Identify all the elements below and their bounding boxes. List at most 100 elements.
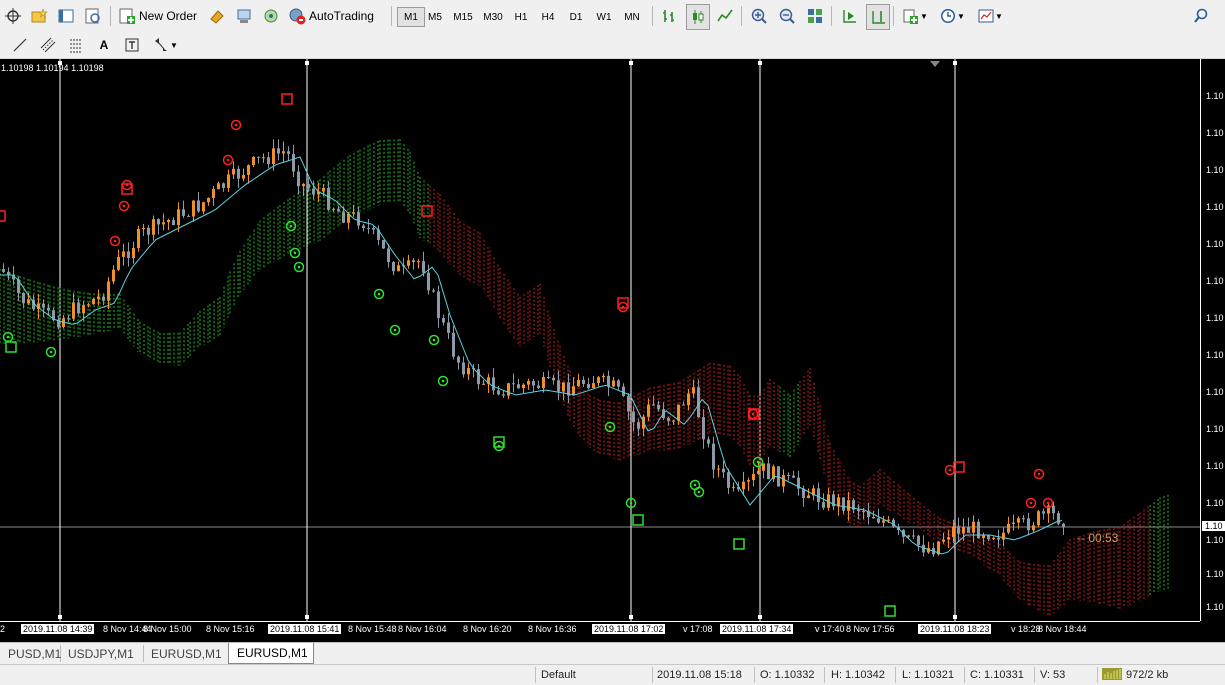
candle-body (427, 272, 430, 291)
time-scale-label: 8 Nov 18:44 (1038, 624, 1087, 634)
candle-body (732, 486, 735, 488)
candle-body (437, 291, 440, 319)
market-watch-icon[interactable] (55, 4, 77, 28)
sell-exit-marker (281, 93, 293, 105)
bar-chart-icon[interactable] (658, 4, 680, 28)
time-scale-label: 2019.11.08 17:02 (592, 624, 666, 634)
auto-scroll-icon[interactable] (838, 4, 860, 28)
timeframe-m1[interactable]: M1 (397, 7, 425, 27)
candle-body (282, 151, 285, 154)
price-chart[interactable] (0, 59, 1225, 642)
new-order-button[interactable]: New Order (118, 4, 210, 28)
sell-signal-dot (234, 123, 238, 127)
text-label-icon[interactable] (122, 33, 142, 57)
candle-body (172, 219, 175, 226)
chart-window[interactable]: 1.10198 1.10194 1.10198 1.10 1.10 1.10 1.10… (0, 59, 1225, 642)
candle-body (452, 332, 455, 357)
candlestick-icon[interactable] (686, 4, 710, 30)
timeframe-d1[interactable]: D1 (563, 8, 589, 26)
timeframe-m5[interactable]: M5 (422, 8, 448, 26)
chart-tab[interactable]: EURUSD,M1 (228, 643, 314, 664)
timeframe-h1[interactable]: H1 (508, 8, 534, 26)
buy-signal-dot (49, 350, 53, 354)
price-scale-label: 1.10 (1206, 461, 1224, 471)
text-icon[interactable]: A (94, 33, 114, 57)
periods-dropdown[interactable]: ▼ (937, 4, 967, 28)
data-window-icon[interactable] (82, 4, 104, 28)
candle-body (607, 375, 610, 387)
trendline-icon[interactable] (10, 33, 30, 57)
candle-body (697, 387, 700, 418)
candle-body (182, 209, 185, 216)
chart-tabs: PUSD,M1 USDJPY,M1 EURUSD,M1 EURUSD,M1 (0, 642, 1225, 665)
zoom-out-icon[interactable] (776, 4, 798, 28)
timeframe-h4[interactable]: H4 (535, 8, 561, 26)
chart-shift-icon[interactable] (866, 4, 890, 30)
candle-body (357, 212, 360, 226)
add-indicator-icon (903, 9, 919, 24)
timeframe-m30[interactable]: M30 (480, 8, 506, 26)
status-datetime: 2019.11.08 15:18 (657, 669, 742, 681)
candle-body (2, 269, 5, 272)
candle-body (417, 261, 420, 263)
candle-body (792, 475, 795, 478)
candle-body (297, 171, 300, 187)
folder-star-icon[interactable] (28, 4, 50, 28)
candle-body (1027, 518, 1030, 531)
line-chart-icon[interactable] (714, 4, 736, 28)
price-scale-label: 1.10 (1206, 424, 1224, 434)
candle-body (947, 537, 950, 540)
candle-body (72, 302, 75, 319)
timeframe-w1[interactable]: W1 (591, 8, 617, 26)
vertical-line-handle (953, 615, 957, 619)
templates-dropdown[interactable]: ▼ (974, 4, 1006, 28)
chart-tab[interactable]: PUSD,M1 (0, 645, 61, 662)
indicators-dropdown[interactable]: ▼ (900, 4, 930, 28)
candle-body (477, 369, 480, 385)
candle-body (1022, 518, 1025, 520)
search-icon[interactable] (1190, 4, 1212, 28)
candle-body (307, 183, 310, 189)
candle-body (187, 215, 190, 217)
signals-icon[interactable] (260, 4, 282, 28)
fibonacci-icon[interactable] (66, 33, 86, 57)
time-scale-border (0, 621, 1200, 622)
crosshair-icon[interactable] (2, 4, 24, 28)
status-close: C: 1.10331 (970, 669, 1024, 681)
zoom-in-icon[interactable] (748, 4, 770, 28)
buy-signal-dot (6, 335, 10, 339)
status-high: H: 1.10342 (831, 669, 885, 681)
tile-windows-icon[interactable] (804, 4, 826, 28)
time-scale-label: 8 Nov 15:16 (206, 624, 255, 634)
chart-tab[interactable]: EURUSD,M1 (143, 645, 229, 662)
terminal-icon[interactable] (233, 4, 255, 28)
candle-body (87, 304, 90, 306)
bar-timer-value: 00:53 (1088, 531, 1119, 545)
vertical-line-handle (953, 61, 957, 65)
clock-icon (941, 9, 956, 23)
price-scale-label: 1.10 (1206, 569, 1224, 579)
ohlc-readout: 1.10198 1.10194 1.10198 (1, 63, 104, 73)
status-volume: V: 53 (1040, 669, 1066, 681)
price-scale-label: 1.10 (1206, 276, 1224, 286)
candle-body (1037, 511, 1040, 526)
autotrading-button[interactable]: AutoTrading (288, 4, 386, 28)
timeframe-m15[interactable]: M15 (450, 8, 476, 26)
bar-timer: -- 00:53 (1077, 531, 1119, 545)
drawing-toolbar: A ▼ (0, 32, 1225, 59)
candle-body (397, 265, 400, 272)
candle-body (907, 535, 910, 537)
candle-body (277, 148, 280, 154)
buy-signal-dot (297, 265, 301, 269)
channel-icon[interactable] (38, 33, 58, 57)
candle-body (552, 377, 555, 381)
arrows-dropdown[interactable]: ▼ (150, 33, 180, 57)
chart-tab[interactable]: USDJPY,M1 (60, 645, 144, 662)
time-scale-label: 8 Nov 15:00 (143, 624, 192, 634)
profile-name[interactable]: Default (541, 669, 576, 681)
status-low: L: 1.10321 (902, 669, 954, 681)
candle-body (1002, 532, 1005, 540)
candle-body (147, 227, 150, 235)
metaeditor-icon[interactable] (206, 4, 228, 28)
timeframe-mn[interactable]: MN (619, 8, 645, 26)
